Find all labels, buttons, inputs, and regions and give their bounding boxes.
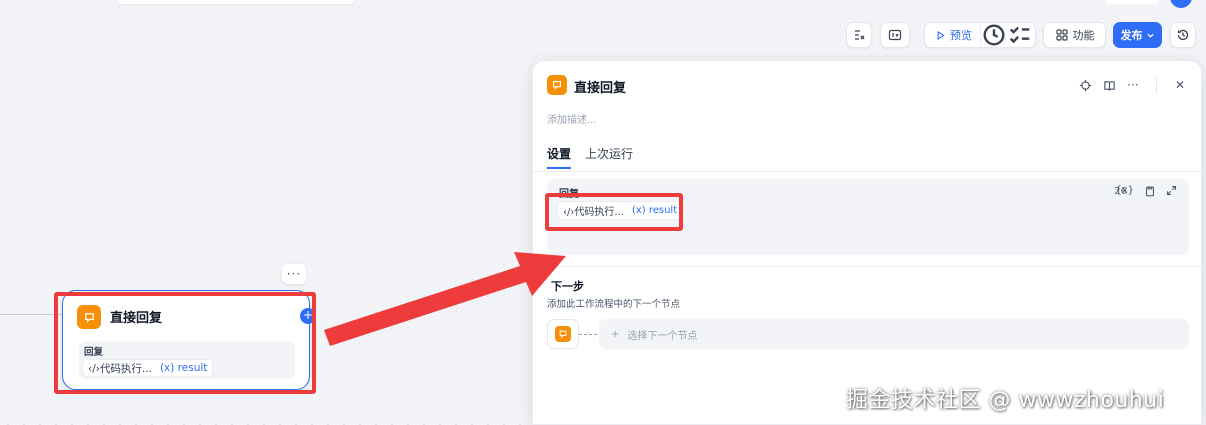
- checklist-clear-icon: [855, 30, 865, 40]
- version-history-button[interactable]: [1170, 22, 1196, 48]
- next-step-description: 添加此工作流程中的下一个节点: [547, 299, 681, 310]
- chevron-down-icon: [1146, 33, 1154, 38]
- section-divider: [533, 266, 1201, 267]
- run-group: 预览: [924, 22, 1036, 48]
- history-icon: [1177, 29, 1189, 41]
- features-label: 功能: [1072, 29, 1095, 42]
- env-icon: [888, 29, 902, 41]
- preview-label: 预览: [950, 29, 972, 42]
- tab-settings[interactable]: 设置: [547, 145, 572, 169]
- watermark: 掘金技术社区 @ wwwzhouhui: [846, 388, 1165, 413]
- checklist-clear-button[interactable]: [846, 22, 872, 48]
- insert-variable-button[interactable]: {x}: [1115, 185, 1134, 200]
- panel-title: 直接回复: [574, 81, 627, 96]
- features-button[interactable]: 功能: [1043, 22, 1106, 48]
- grid-icon: [1055, 29, 1068, 41]
- panel-node-icon: [547, 75, 567, 95]
- checklist-button[interactable]: [1007, 23, 1033, 47]
- panel-tabs: 设置 上次运行: [547, 145, 633, 169]
- checklist-icon: [1009, 26, 1030, 44]
- tabs-divider: [533, 171, 1201, 172]
- current-node-chip: [547, 319, 579, 349]
- next-connector: [579, 334, 597, 335]
- workflow-edge: [0, 314, 62, 315]
- top-bar-fragment: [118, 0, 354, 4]
- close-icon[interactable]: ✕: [1173, 78, 1187, 92]
- panel-actions-divider: [1156, 77, 1157, 93]
- annotation-box-reply: [545, 193, 683, 231]
- book-icon[interactable]: [1102, 78, 1116, 92]
- reply-node-icon: [555, 326, 571, 342]
- preview-button[interactable]: 预览: [925, 23, 981, 47]
- run-history-button[interactable]: [981, 23, 1007, 47]
- publish-label: 发布: [1120, 29, 1143, 42]
- publish-button[interactable]: 发布: [1113, 22, 1162, 48]
- clipboard-icon[interactable]: [1144, 185, 1156, 200]
- reply-tools: {x}: [1115, 185, 1177, 200]
- locate-icon[interactable]: [1078, 78, 1092, 92]
- node-more-button[interactable]: ···: [282, 264, 306, 284]
- avatar[interactable]: [1170, 0, 1192, 8]
- clock-play-icon: [983, 24, 1005, 46]
- next-step-title: 下一步: [551, 280, 584, 293]
- more-horizontal-icon[interactable]: ···: [1126, 78, 1140, 92]
- description-input[interactable]: 添加描述...: [547, 111, 597, 126]
- node-settings-panel: 直接回复 ··· ✕ 添加描述... 设置 上次运行 回复 26 {x} ‹/›…: [532, 60, 1202, 425]
- select-next-node-label: 选择下一个节点: [627, 330, 698, 342]
- top-pill-fragment: [1106, 0, 1158, 4]
- play-icon: [937, 30, 945, 40]
- env-button[interactable]: [880, 22, 910, 48]
- expand-icon[interactable]: [1166, 185, 1177, 200]
- panel-actions: ··· ✕: [1078, 77, 1187, 93]
- tab-last-run[interactable]: 上次运行: [585, 145, 633, 169]
- annotation-box-node: [54, 292, 316, 394]
- plus-icon: +: [611, 328, 620, 340]
- select-next-node-button[interactable]: + 选择下一个节点: [599, 319, 1189, 349]
